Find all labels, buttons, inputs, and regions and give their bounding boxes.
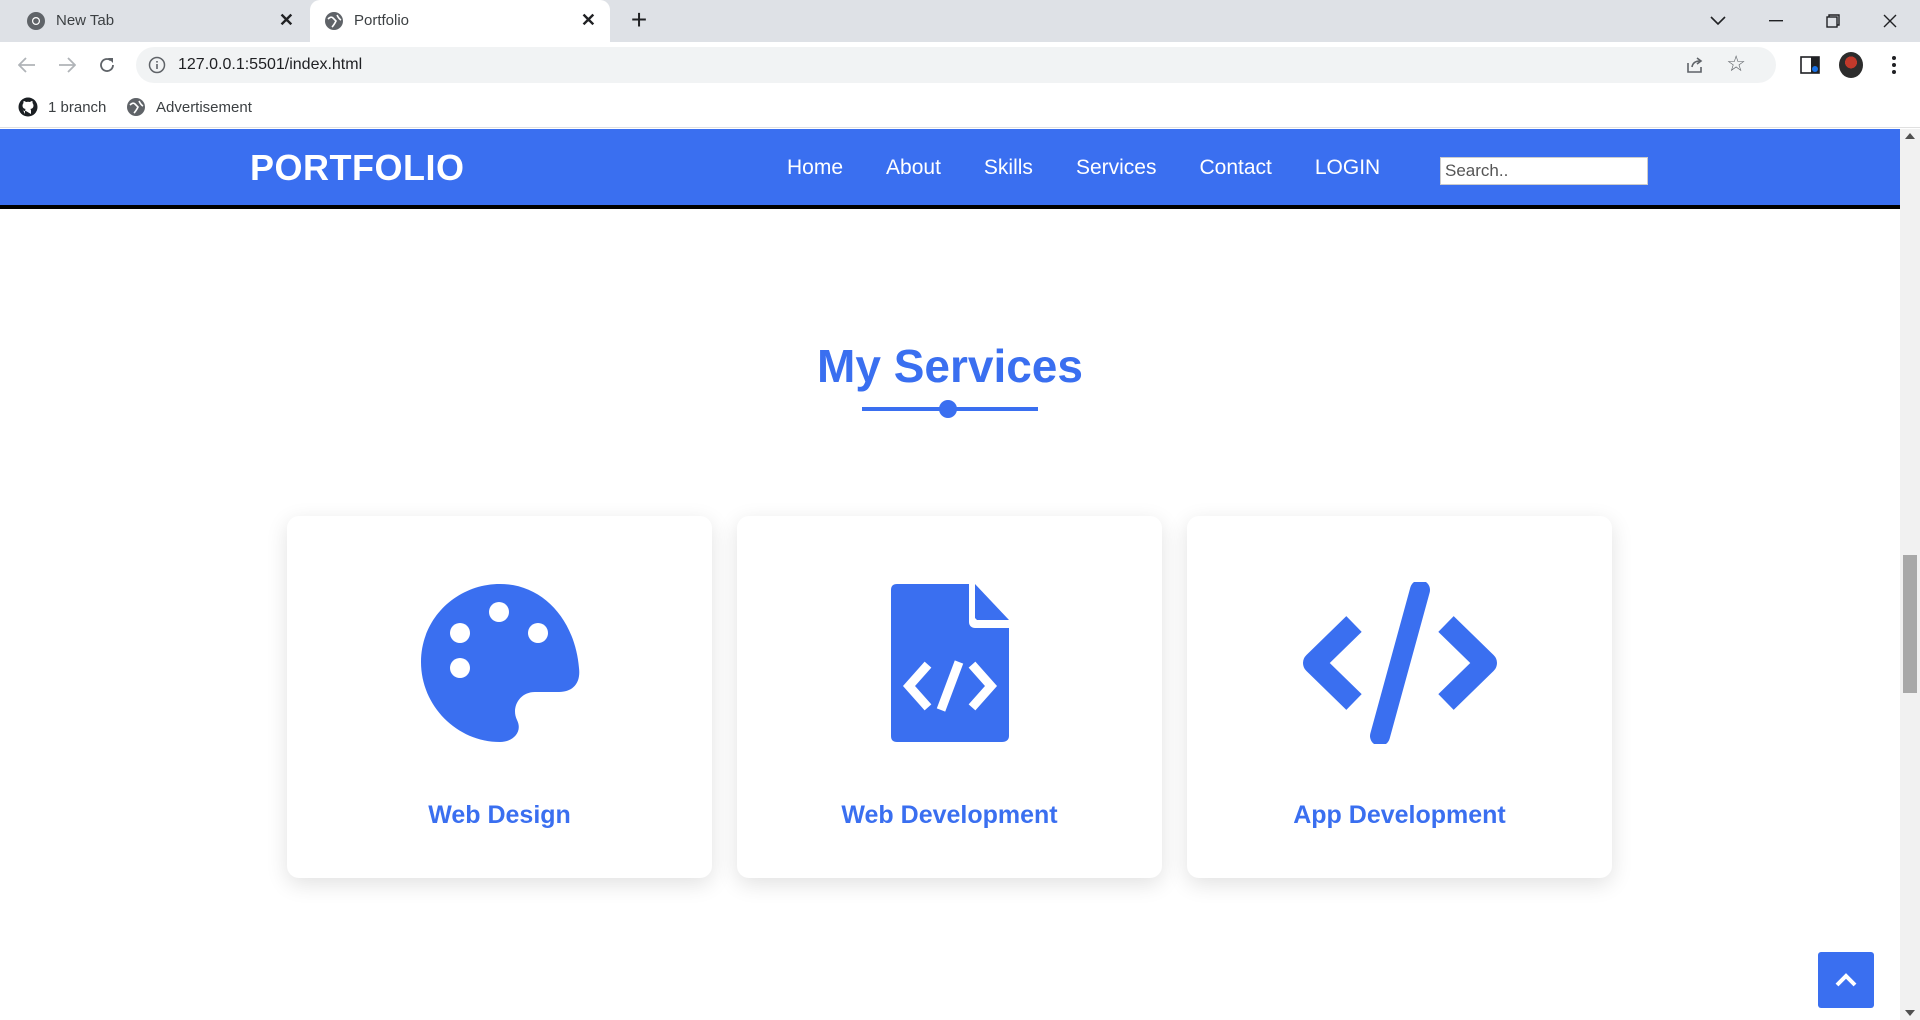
code-icon <box>1187 582 1612 744</box>
nav-link-login[interactable]: LOGIN <box>1315 156 1380 180</box>
nav-link-home[interactable]: Home <box>787 156 843 180</box>
palette-icon <box>287 582 712 742</box>
nav-link-services[interactable]: Services <box>1076 156 1157 180</box>
tab-title: Portfolio <box>354 12 410 29</box>
page-viewport: PORTFOLIO Home About Skills Services Con… <box>0 129 1900 1020</box>
service-card-label: Web Design <box>428 801 571 829</box>
globe-icon <box>127 98 145 116</box>
info-icon[interactable] <box>148 56 166 74</box>
back-to-top-button[interactable] <box>1818 952 1874 1008</box>
close-tab-icon[interactable]: ✕ <box>581 10 596 30</box>
search-input[interactable] <box>1440 157 1648 185</box>
browser-tab-bar: New Tab ✕ Portfolio ✕ + <box>0 0 1920 42</box>
back-icon[interactable] <box>13 51 41 79</box>
github-icon <box>18 97 38 117</box>
share-icon[interactable] <box>1684 54 1706 76</box>
service-card-web-design[interactable]: Web Design <box>287 516 712 878</box>
browser-toolbar: 127.0.0.1:5501/index.html ☆ <box>0 42 1920 88</box>
url-text[interactable]: 127.0.0.1:5501/index.html <box>178 56 362 74</box>
side-panel-icon[interactable] <box>1798 53 1822 77</box>
bookmark-advertisement[interactable]: Advertisement <box>126 97 252 117</box>
globe-icon <box>325 12 343 30</box>
bookmark-label: 1 branch <box>48 98 107 116</box>
title-underline-dot <box>939 400 957 418</box>
scroll-down-arrow-icon[interactable] <box>1905 1010 1915 1016</box>
profile-avatar[interactable] <box>1839 52 1863 78</box>
bookmark-star-icon[interactable]: ☆ <box>1726 52 1746 76</box>
minimize-icon[interactable] <box>1748 0 1804 42</box>
file-code-icon <box>737 582 1162 742</box>
close-window-icon[interactable] <box>1862 0 1918 42</box>
chevron-up-icon <box>1835 973 1857 987</box>
forward-icon[interactable] <box>53 51 81 79</box>
bookmark-label: Advertisement <box>156 98 252 116</box>
site-navbar: PORTFOLIO Home About Skills Services Con… <box>0 129 1900 209</box>
scrollbar-thumb[interactable] <box>1903 555 1917 693</box>
tab-new-tab[interactable]: New Tab ✕ <box>12 0 308 42</box>
chrome-icon <box>27 12 45 30</box>
close-tab-icon[interactable]: ✕ <box>279 10 294 30</box>
nav-menu: Home About Skills Services Contact LOGIN <box>787 156 1423 180</box>
service-card-app-development[interactable]: App Development <box>1187 516 1612 878</box>
bookmark-1-branch[interactable]: 1 branch <box>18 97 106 117</box>
section-title: My Services <box>817 340 1083 392</box>
nav-link-about[interactable]: About <box>886 156 941 180</box>
service-card-label: Web Development <box>841 801 1058 829</box>
page-scrollbar[interactable] <box>1900 129 1920 1020</box>
tab-portfolio[interactable]: Portfolio ✕ <box>310 0 610 42</box>
nav-link-skills[interactable]: Skills <box>984 156 1033 180</box>
service-card-web-development[interactable]: Web Development <box>737 516 1162 878</box>
scroll-up-arrow-icon[interactable] <box>1905 133 1915 139</box>
restore-icon[interactable] <box>1805 0 1861 42</box>
site-logo[interactable]: PORTFOLIO <box>250 147 465 189</box>
service-card-label: App Development <box>1293 801 1506 829</box>
nav-link-contact[interactable]: Contact <box>1199 156 1271 180</box>
tab-search-chevron-icon[interactable] <box>1690 0 1746 42</box>
tab-title: New Tab <box>56 12 115 29</box>
reload-icon[interactable] <box>93 51 121 79</box>
more-menu-icon[interactable] <box>1882 53 1906 77</box>
address-bar[interactable]: 127.0.0.1:5501/index.html ☆ <box>136 47 1776 83</box>
new-tab-button[interactable]: + <box>624 6 654 36</box>
bookmarks-bar: 1 branch Advertisement <box>0 88 1920 128</box>
